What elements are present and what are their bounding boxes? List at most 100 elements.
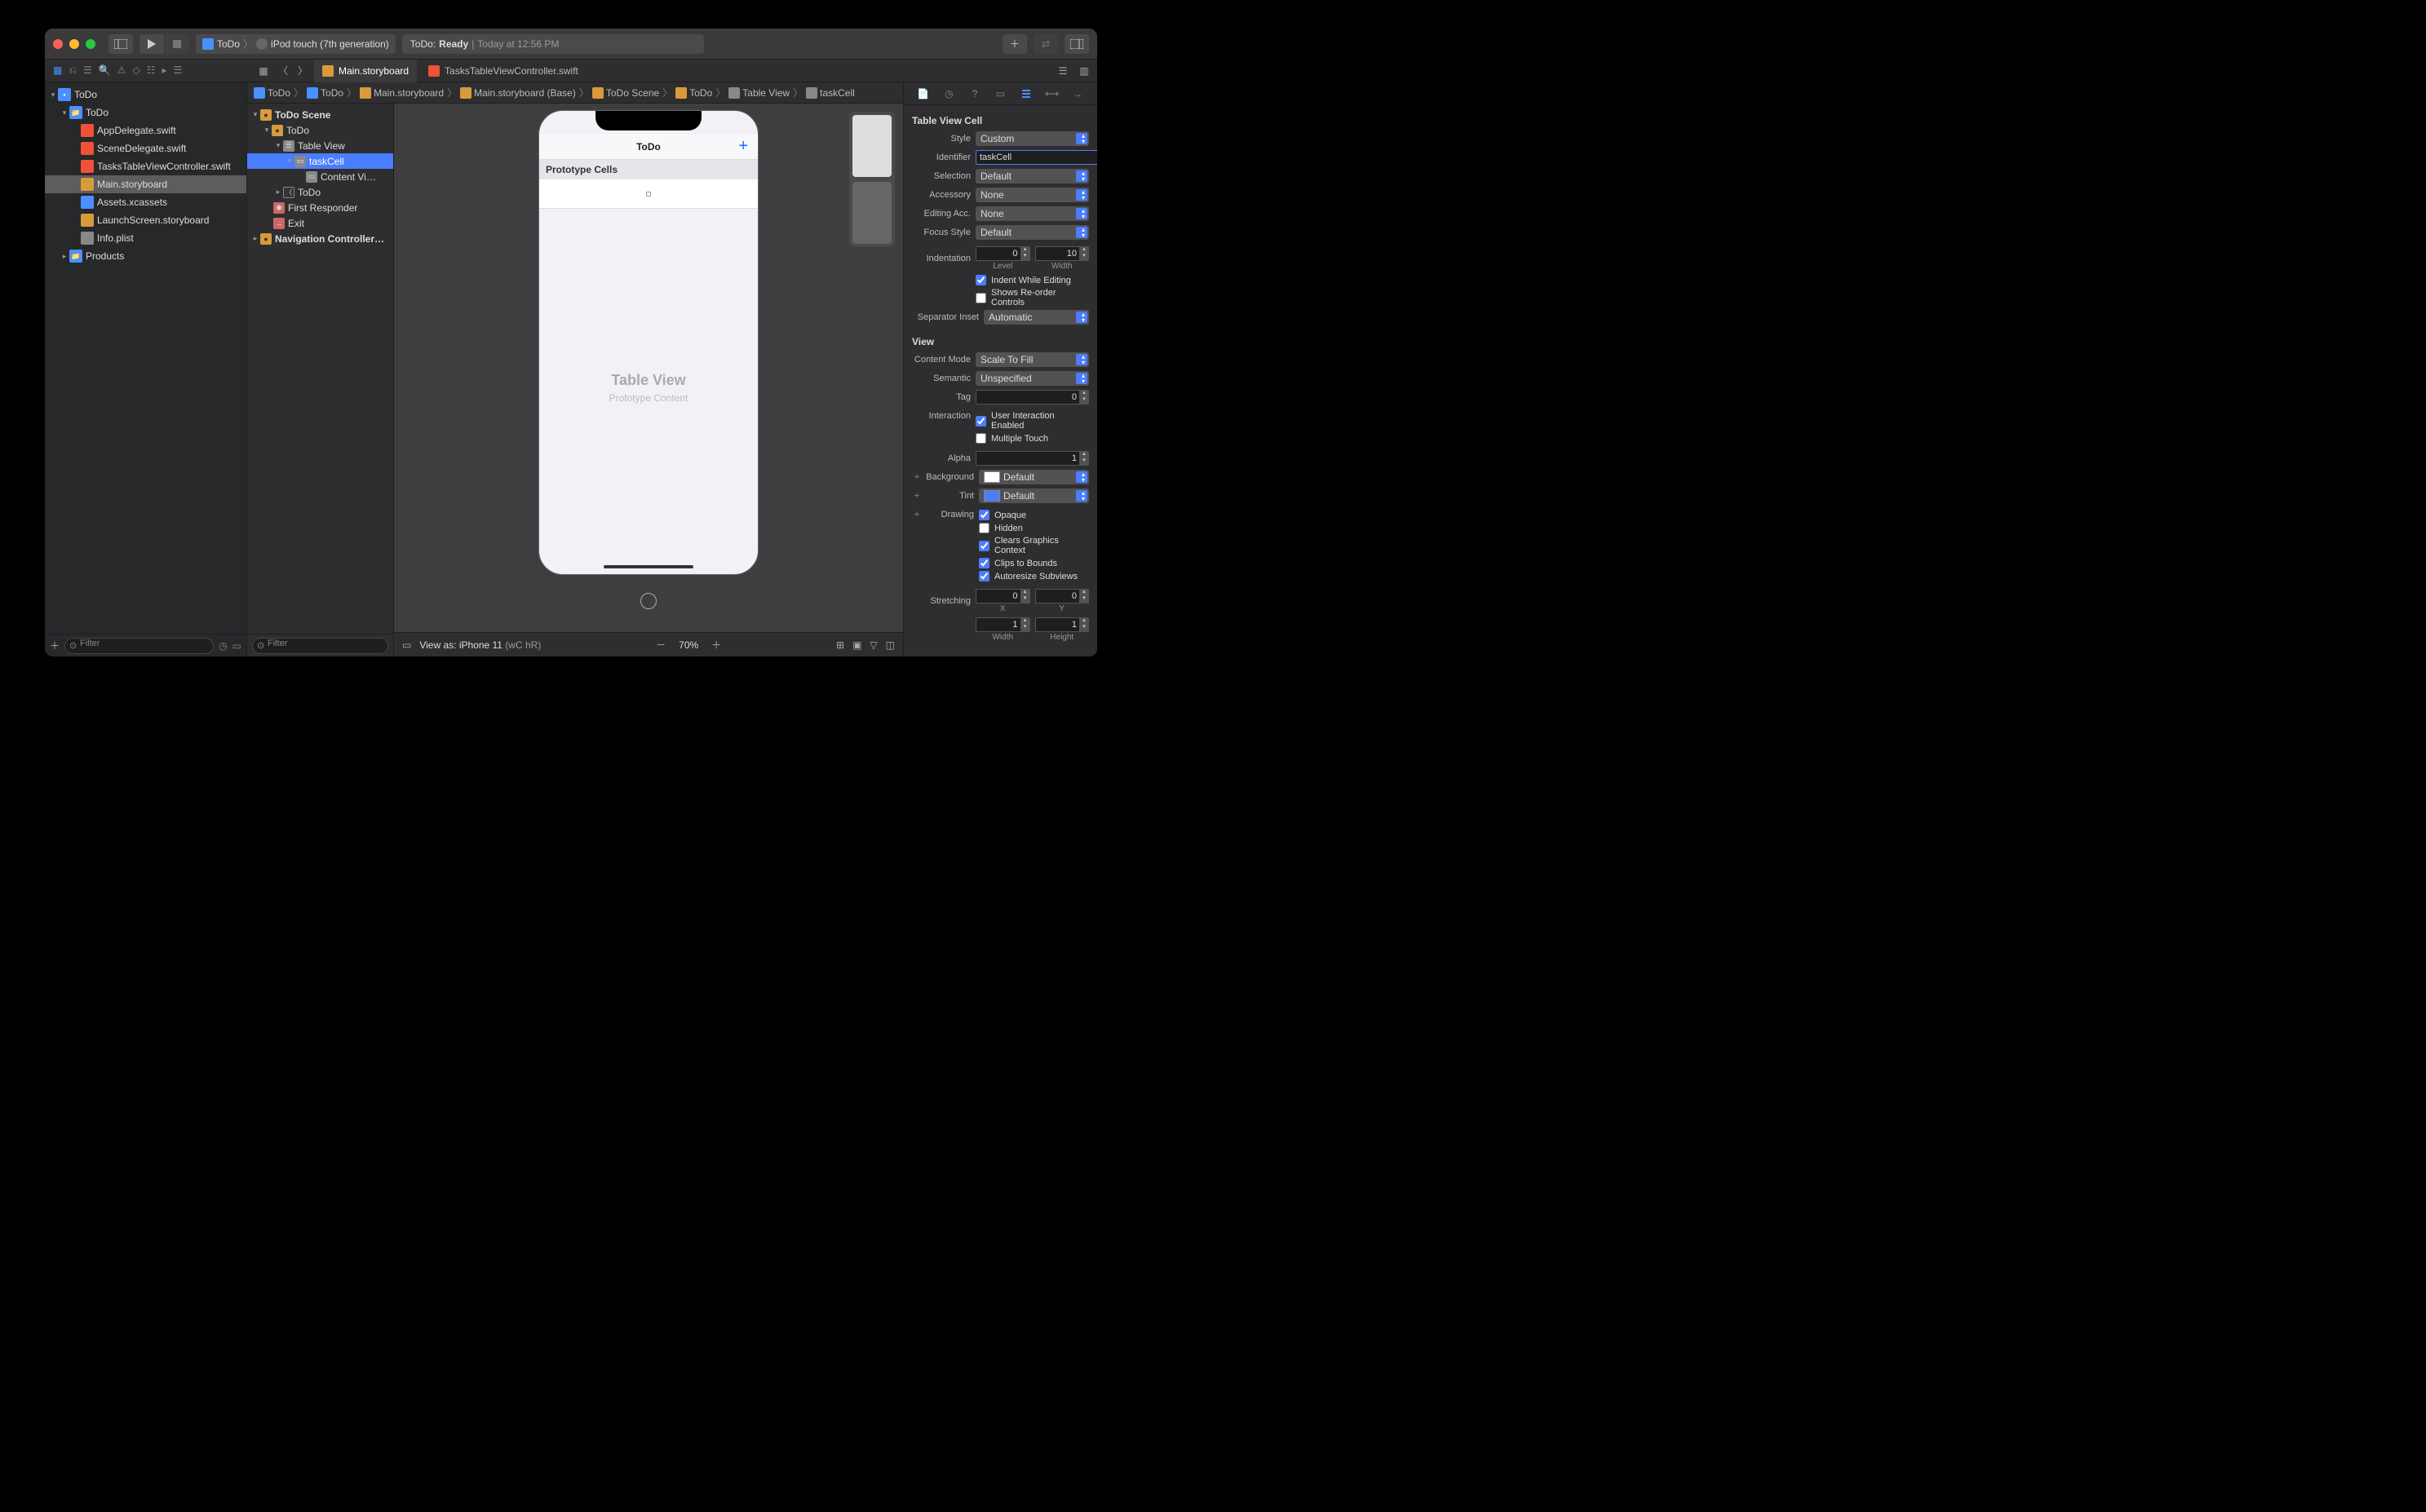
tree-file[interactable]: Assets.xcassets — [45, 193, 246, 211]
run-button[interactable] — [139, 34, 164, 54]
tree-group[interactable]: ▾📁ToDo — [45, 104, 246, 122]
add-attr-icon[interactable]: + — [912, 472, 922, 482]
accessory-select[interactable]: None▴▾ — [976, 188, 1089, 202]
toggle-navigator-button[interactable] — [108, 34, 133, 54]
clips-check[interactable] — [979, 558, 989, 568]
outline-exit[interactable]: →Exit — [247, 215, 393, 231]
device-preview[interactable]: ToDo + Prototype Cells Table View Protot… — [538, 110, 759, 575]
align-icon[interactable]: ⊞ — [836, 639, 844, 651]
stepper[interactable] — [1079, 589, 1089, 603]
background-select[interactable]: Default▴▾ — [979, 470, 1089, 484]
size-inspector-icon[interactable]: ⟷ — [1045, 86, 1060, 101]
stepper[interactable] — [1020, 246, 1030, 261]
multiple-touch-check[interactable] — [976, 433, 986, 444]
zoom-in-icon[interactable]: ＋ — [711, 638, 721, 652]
add-attr-icon[interactable]: + — [912, 491, 922, 501]
stepper[interactable] — [1020, 589, 1030, 603]
reorder-check[interactable] — [976, 293, 986, 303]
outline-nav-scene[interactable]: ▸●Navigation Controller… — [247, 231, 393, 246]
tree-file[interactable]: AppDelegate.swift — [45, 122, 246, 139]
stepper[interactable] — [1020, 617, 1030, 632]
tag-input[interactable] — [976, 390, 1089, 405]
minimize-window[interactable] — [69, 39, 79, 49]
identifier-input[interactable] — [976, 150, 1097, 165]
editing-select[interactable]: None▴▾ — [976, 206, 1089, 221]
navigator-filter[interactable]: Filter — [64, 638, 214, 654]
tint-select[interactable]: Default▴▾ — [979, 489, 1089, 503]
toggle-outline-icon[interactable]: ▭ — [402, 639, 411, 651]
stepper[interactable] — [1079, 617, 1089, 632]
tree-file-selected[interactable]: Main.storyboard — [45, 175, 246, 193]
opaque-check[interactable] — [979, 510, 989, 520]
focus-select[interactable]: Default▴▾ — [976, 225, 1089, 240]
ib-canvas[interactable]: ToDo + Prototype Cells Table View Protot… — [394, 104, 903, 657]
add-file-icon[interactable]: ＋ — [50, 639, 60, 652]
minimap-scene[interactable] — [852, 115, 892, 177]
outline-scene[interactable]: ▾●ToDo Scene — [247, 107, 393, 122]
adjust-editor-icon[interactable]: ☰ — [1055, 63, 1071, 79]
attributes-inspector-icon[interactable] — [1019, 86, 1034, 101]
minimap[interactable] — [849, 112, 895, 247]
add-button[interactable]: + — [738, 137, 748, 156]
style-select[interactable]: Custom▴▾ — [976, 131, 1089, 146]
content-mode-select[interactable]: Scale To Fill▴▾ — [976, 352, 1089, 367]
selection-select[interactable]: Default▴▾ — [976, 169, 1089, 183]
report-navigator-icon[interactable]: ☰ — [173, 64, 182, 77]
find-navigator-icon[interactable]: 🔍 — [99, 64, 111, 77]
file-inspector-icon[interactable]: 📄 — [916, 86, 931, 101]
add-attr-icon[interactable]: + — [912, 510, 922, 519]
issue-navigator-icon[interactable]: ⚠ — [117, 64, 126, 77]
tree-file[interactable]: SceneDelegate.swift — [45, 139, 246, 157]
hidden-check[interactable] — [979, 523, 989, 533]
test-navigator-icon[interactable]: ◇ — [132, 64, 139, 77]
jump-bar[interactable]: ToDo〉 ToDo〉 Main.storyboard〉 Main.storyb… — [247, 82, 903, 104]
symbol-navigator-icon[interactable]: ☰ — [83, 64, 92, 77]
outline-first-responder[interactable]: ◉First Responder — [247, 200, 393, 215]
outline-cell-selected[interactable]: ▾▭taskCell — [247, 153, 393, 169]
tree-project[interactable]: ▾▪ToDo — [45, 86, 246, 104]
selection-handle[interactable] — [646, 192, 651, 197]
scm-icon[interactable]: ▭ — [232, 640, 241, 652]
tree-file[interactable]: LaunchScreen.storyboard — [45, 211, 246, 229]
zoom-out-icon[interactable]: － — [656, 638, 666, 652]
stop-button[interactable] — [165, 34, 189, 54]
outline-contentview[interactable]: ▭Content Vi… — [247, 169, 393, 184]
outline-filter[interactable]: Filter — [252, 638, 388, 654]
tree-file[interactable]: Info.plist — [45, 229, 246, 247]
scheme-selector[interactable]: ToDo 〉 iPod touch (7th generation) — [196, 34, 396, 54]
autoresize-check[interactable] — [979, 571, 989, 581]
inspector-body[interactable]: Table View Cell StyleCustom▴▾ Identifier… — [904, 105, 1097, 657]
tree-file[interactable]: TasksTableViewController.swift — [45, 157, 246, 175]
add-editor-icon[interactable]: ▥ — [1076, 63, 1092, 79]
separator-select[interactable]: Automatic▴▾ — [984, 310, 1089, 325]
view-as[interactable]: View as: iPhone 11 (wC hR) — [419, 639, 541, 651]
identity-inspector-icon[interactable]: ▭ — [993, 86, 1007, 101]
dock-circle[interactable] — [640, 593, 657, 609]
stepper[interactable] — [1079, 246, 1089, 261]
outline-tableview[interactable]: ▾☰Table View — [247, 138, 393, 153]
stepper[interactable] — [1079, 390, 1089, 405]
outline-navitem[interactable]: ▸〈ToDo — [247, 184, 393, 200]
forward-icon[interactable]: 〉 — [294, 63, 311, 79]
stepper[interactable] — [1079, 451, 1089, 466]
tab-tasks-controller[interactable]: TasksTableViewController.swift — [420, 60, 587, 82]
debug-navigator-icon[interactable]: ☷ — [147, 64, 156, 77]
alpha-input[interactable] — [976, 451, 1089, 466]
tab-main-storyboard[interactable]: Main.storyboard — [314, 60, 417, 82]
user-interaction-check[interactable] — [976, 416, 986, 427]
close-window[interactable] — [53, 39, 63, 49]
toggle-inspector-button[interactable] — [1065, 34, 1089, 54]
prototype-cell[interactable] — [539, 179, 758, 209]
breakpoint-navigator-icon[interactable]: ▸ — [162, 64, 166, 77]
history-inspector-icon[interactable]: ◷ — [941, 86, 956, 101]
tree-products[interactable]: ▸📁Products — [45, 247, 246, 265]
clears-graphics-check[interactable] — [979, 541, 989, 551]
outline-vc[interactable]: ▾●ToDo — [247, 122, 393, 138]
source-control-navigator-icon[interactable]: ⎌ — [69, 64, 77, 77]
zoom-level[interactable]: 70% — [679, 639, 698, 651]
embed-icon[interactable]: ◫ — [886, 639, 895, 651]
project-tree[interactable]: ▾▪ToDo ▾📁ToDo AppDelegate.swift SceneDel… — [45, 82, 246, 634]
code-review-button[interactable]: ⇄ — [1034, 34, 1058, 54]
library-button[interactable]: ＋ — [1003, 34, 1027, 54]
project-navigator-icon[interactable]: ▦ — [53, 64, 62, 77]
